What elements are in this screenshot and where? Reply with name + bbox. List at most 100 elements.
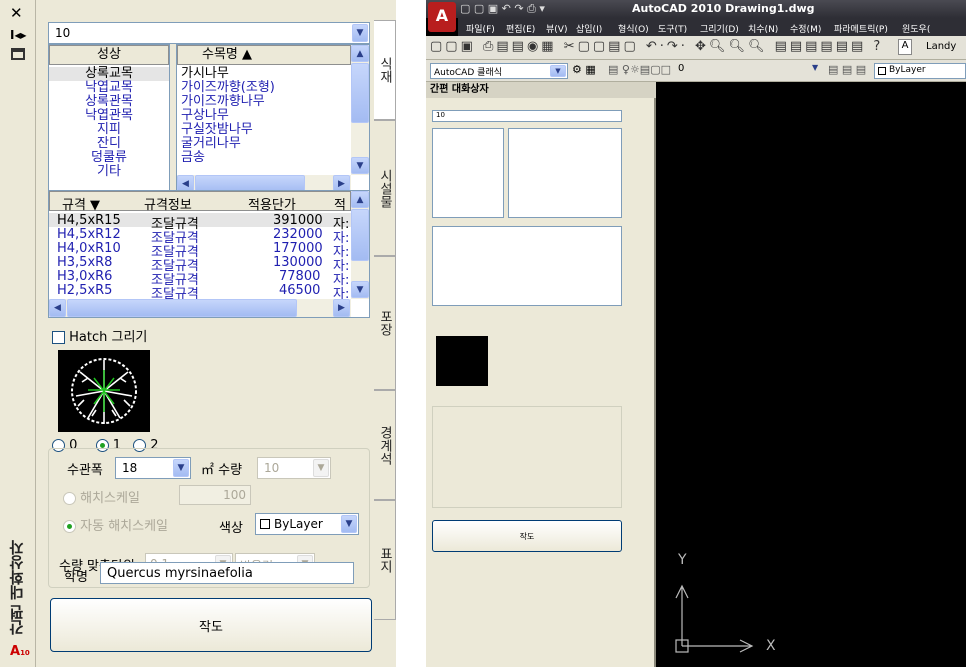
tab-curb[interactable]: 경계석	[374, 390, 396, 500]
column-header[interactable]: 규격 ▼	[62, 194, 100, 213]
menu-modify[interactable]: 수정(M)	[790, 22, 821, 35]
scroll-left-icon[interactable]: ◀	[49, 299, 66, 317]
list-item[interactable]: 상록교목	[49, 67, 169, 81]
chevron-down-icon[interactable]: ▼	[341, 515, 357, 533]
list-item[interactable]: 굴거리나무	[181, 137, 351, 151]
tab-sign[interactable]: 표지	[374, 500, 396, 620]
chevron-down-icon[interactable]: ▼	[352, 24, 368, 42]
form-list-header[interactable]: 성상	[49, 45, 169, 65]
text-style-label[interactable]: Landy	[926, 41, 956, 52]
list-item[interactable]: 금송	[181, 151, 351, 165]
menu-insert[interactable]: 삽입(I)	[576, 22, 602, 35]
tree-name-list[interactable]: 수목명 ▲ 가시나무 가이즈까향(조형) 가이즈까향나무 구상나무 구실잣밤나무…	[176, 44, 370, 194]
drawing-canvas[interactable]: Y X	[658, 82, 966, 667]
category-dropdown[interactable]: 10 ▼	[48, 22, 370, 44]
tree-name-header[interactable]: 수목명 ▲	[177, 45, 351, 65]
scroll-up-icon[interactable]: ▲	[351, 191, 369, 208]
workspace-settings-icon[interactable]: ⚙ ▦	[572, 63, 596, 76]
layer-dropdown-arrow[interactable]: ▼	[812, 63, 826, 79]
tab-paving[interactable]: 포장	[374, 256, 396, 390]
layer-icons[interactable]: ▤ ♀☼▤▢□	[608, 63, 671, 76]
list-item[interactable]: 기타	[49, 165, 169, 179]
mini-hatch-preview	[436, 336, 488, 386]
layer-tool-icons[interactable]: ▤ ▤ ▤	[828, 63, 866, 76]
close-icon[interactable]: ✕	[10, 4, 23, 22]
app-logo-icon[interactable]: A	[428, 2, 456, 32]
autocad-window: A ▢ ▢ ▣ ↶ ↷ ⎙ ▾ AutoCAD 2010 Drawing1.dw…	[426, 0, 966, 667]
hatch-scale-input[interactable]: 100	[179, 485, 251, 505]
list-item[interactable]: 구실잣밤나무	[181, 123, 351, 137]
tab-planting[interactable]: 식재	[374, 20, 396, 120]
docked-palette-title: 간편 대화상자	[426, 82, 656, 98]
table-row[interactable]: H4,0xR10 조달규격 177000 자:	[49, 241, 351, 260]
menu-file[interactable]: 파일(F)	[466, 22, 495, 35]
scroll-right-icon[interactable]: ▶	[333, 299, 350, 317]
hatch-scale-radio[interactable]: 해치스케일	[63, 487, 140, 506]
table-hscroll[interactable]: ◀ ▶	[49, 299, 351, 317]
table-row[interactable]: H3,0xR6 조달규격 77800 자:	[49, 269, 351, 288]
list-item[interactable]: 지피	[49, 123, 169, 137]
menu-window[interactable]: 윈도우(	[902, 22, 930, 35]
mini-tree-list[interactable]	[508, 128, 622, 218]
palette-title-vertical: 간편 대화상자	[8, 540, 26, 636]
table-vscroll[interactable]: ▲ ▼	[351, 191, 369, 299]
scroll-down-icon[interactable]: ▼	[351, 281, 369, 298]
mini-category-dropdown[interactable]: 10	[432, 110, 622, 122]
table-row[interactable]: H4,5xR12 조달규격 232000 자:	[49, 227, 351, 246]
scroll-thumb[interactable]	[67, 299, 297, 317]
scroll-thumb[interactable]	[351, 63, 369, 123]
list-item[interactable]: 가시나무	[181, 67, 351, 81]
form-list[interactable]: 성상 상록교목 낙엽교목 상록관목 낙엽관목 지피 잔디 덩쿨류 기타	[48, 44, 170, 194]
workspace-dropdown[interactable]: AutoCAD 클래식 ▼	[430, 63, 568, 79]
list-item[interactable]: 덩쿨류	[49, 151, 169, 165]
scroll-thumb[interactable]	[351, 209, 369, 261]
spacing-label: 수관폭	[67, 463, 103, 478]
mini-draw-button[interactable]: 작도	[432, 520, 622, 552]
menu-format[interactable]: 형식(O)	[618, 22, 649, 35]
mini-form-list[interactable]	[432, 128, 504, 218]
quick-access-toolbar[interactable]: ▢ ▢ ▣ ↶ ↷ ⎙ ▾	[460, 2, 545, 16]
tab-facility[interactable]: 시설물	[374, 120, 396, 256]
spec-table[interactable]: 규격 ▼ 규격정보 적용단가 적 H4,5xR15 조달규격 391000 자: H4…	[48, 190, 370, 318]
hatch-checkbox[interactable]: Hatch 그리기	[52, 326, 174, 345]
layer-name[interactable]: 0	[678, 63, 684, 74]
qty-dropdown[interactable]: 10 ▼	[257, 457, 331, 479]
list-item[interactable]: 낙엽관목	[49, 109, 169, 123]
menu-view[interactable]: 뷰(V)	[546, 22, 567, 35]
scroll-up-icon[interactable]: ▲	[351, 45, 369, 62]
toolbar-icons[interactable]: ▢▢▣ ⎙▤▤◉▦ ✂▢▢▤▢ ↶·↷· ✥🔍︎🔍︎🔍︎ ▤▤▤▤▤▤ ?	[430, 39, 883, 54]
spacing-dropdown[interactable]: 18 ▼	[115, 457, 191, 479]
list-item[interactable]: 구상나무	[181, 109, 351, 123]
chevron-down-icon[interactable]: ▼	[313, 459, 329, 477]
column-header[interactable]: 규격정보	[144, 194, 192, 213]
chevron-down-icon[interactable]: ▼	[173, 459, 189, 477]
menu-draw[interactable]: 그리기(D)	[700, 22, 739, 35]
table-row[interactable]: H4,5xR15 조달규격 391000 자:	[49, 213, 351, 232]
auto-scale-radio[interactable]: 자동 해치스케일	[63, 515, 168, 534]
sci-name-input[interactable]: Quercus myrsinaefolia	[100, 562, 354, 584]
menu-edit[interactable]: 편집(E)	[506, 22, 535, 35]
color-dropdown[interactable]: ByLayer ▼	[255, 513, 359, 535]
scroll-down-icon[interactable]: ▼	[351, 157, 369, 174]
style-icon[interactable]: A	[898, 39, 912, 55]
column-header[interactable]: 적용단가	[248, 194, 296, 213]
menu-parametric[interactable]: 파라메트릭(P)	[834, 22, 888, 35]
table-row[interactable]: H2,5xR5 조달규격 46500 자:	[49, 283, 351, 302]
list-item[interactable]: 가이즈까향(조형)	[181, 81, 351, 95]
autohide-icon[interactable]: I◂▸	[10, 28, 27, 42]
chevron-down-icon[interactable]: ▼	[550, 65, 566, 77]
color-control-dropdown[interactable]: ByLayer	[874, 63, 966, 79]
menu-dimension[interactable]: 치수(N)	[748, 22, 778, 35]
table-row[interactable]: H3,5xR8 조달규격 130000 자:	[49, 255, 351, 274]
draw-button[interactable]: 작도	[50, 598, 372, 652]
list-item[interactable]: 잔디	[49, 137, 169, 151]
list-item[interactable]: 가이즈까향나무	[181, 95, 351, 109]
column-header[interactable]: 적	[334, 194, 346, 213]
list-item[interactable]: 상록관목	[49, 95, 169, 109]
list-item[interactable]: 낙엽교목	[49, 81, 169, 95]
properties-icon[interactable]	[11, 48, 25, 60]
standard-toolbar: ▢▢▣ ⎙▤▤◉▦ ✂▢▢▤▢ ↶·↷· ✥🔍︎🔍︎🔍︎ ▤▤▤▤▤▤ ? A …	[426, 36, 966, 60]
menu-tools[interactable]: 도구(T)	[658, 22, 687, 35]
tree-list-vscroll[interactable]: ▲ ▼	[351, 45, 369, 175]
mini-spec-table[interactable]	[432, 226, 622, 306]
